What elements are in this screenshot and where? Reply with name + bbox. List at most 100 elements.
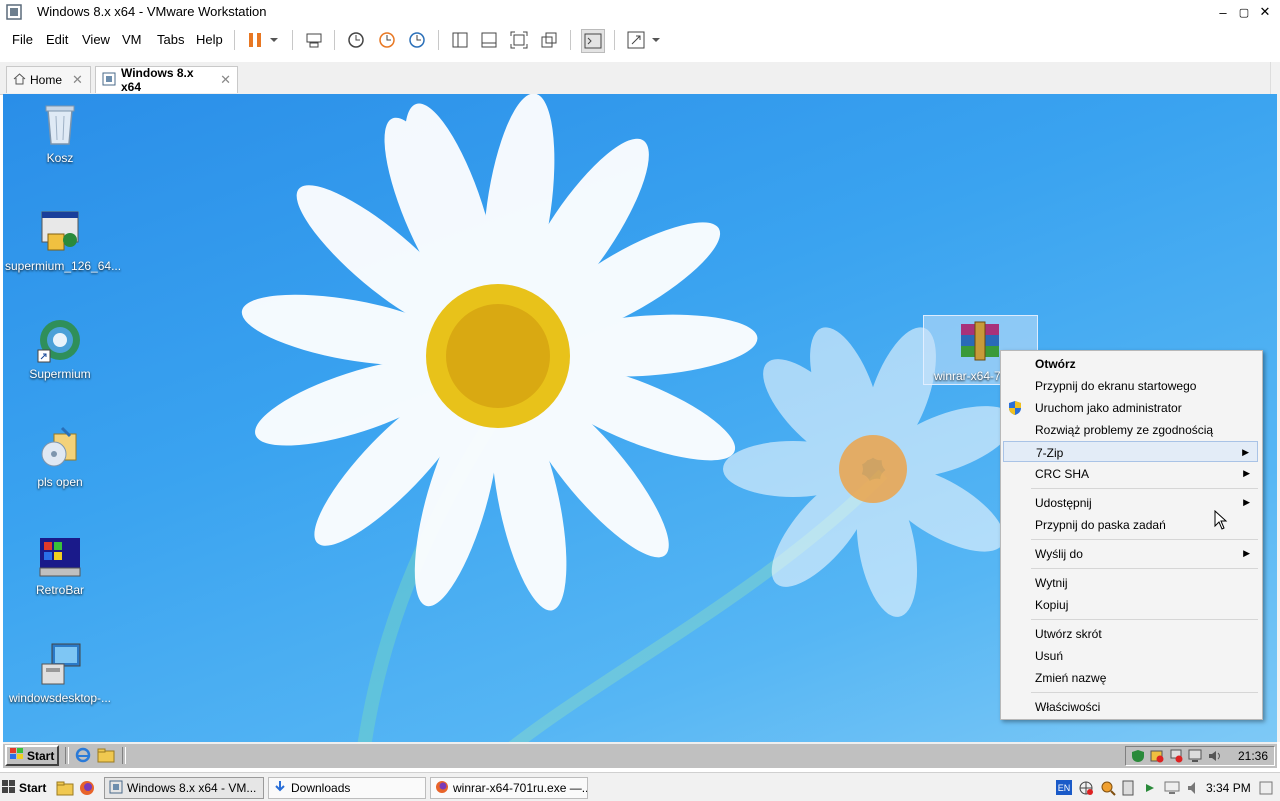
- installer-icon: [36, 208, 84, 256]
- menu-tabs[interactable]: Tabs: [157, 32, 184, 47]
- guest-system-tray: 21:36: [1125, 746, 1275, 766]
- desktop-icon-supermium-installer[interactable]: supermium_126_64...: [5, 208, 121, 273]
- network-error-icon[interactable]: [1169, 749, 1183, 766]
- tab-label: Home: [30, 73, 63, 87]
- windows-logo-icon: [10, 748, 24, 763]
- tab-home[interactable]: Home ✕: [6, 66, 91, 93]
- play-icon[interactable]: [1143, 780, 1157, 799]
- download-arrow-icon: [273, 780, 287, 797]
- language-indicator[interactable]: EN: [1056, 780, 1072, 795]
- menu-item-7zip[interactable]: 7-Zip ▶: [1003, 441, 1258, 462]
- chevron-down-icon[interactable]: [648, 29, 664, 51]
- security-warning-icon[interactable]: [1150, 749, 1164, 766]
- menu-item-delete[interactable]: Usuń: [1003, 645, 1258, 666]
- library-view-icon[interactable]: [449, 29, 471, 51]
- winrar-icon: [957, 320, 1003, 362]
- full-screen-icon[interactable]: [508, 29, 530, 51]
- home-icon: [13, 72, 26, 88]
- vmware-app-icon: [6, 4, 22, 20]
- send-ctrl-alt-del-icon[interactable]: [303, 29, 325, 51]
- search-icon[interactable]: [1100, 780, 1116, 799]
- explorer-quicklaunch-icon[interactable]: [97, 747, 115, 766]
- desktop-icon-label: windowsdesktop-...: [8, 691, 112, 705]
- desktop-icon-pls-open[interactable]: pls open: [5, 424, 115, 489]
- close-tab-icon[interactable]: ✕: [220, 72, 231, 88]
- host-start-label: Start: [19, 781, 47, 795]
- host-start-button[interactable]: Start: [2, 777, 48, 799]
- menu-item-create-shortcut[interactable]: Utwórz skrót: [1003, 623, 1258, 644]
- shield-check-icon[interactable]: [1131, 749, 1145, 766]
- menu-view[interactable]: View: [82, 32, 110, 47]
- retrobar-icon: [36, 532, 84, 580]
- menu-item-rename[interactable]: Zmień nazwę: [1003, 667, 1258, 688]
- host-clock[interactable]: 3:34 PM: [1206, 781, 1251, 795]
- desktop-icon-supermium[interactable]: Supermium: [5, 316, 115, 381]
- toolbar-separator: [438, 30, 439, 50]
- desktop-icon-windowsdesktop[interactable]: windowsdesktop-...: [5, 640, 115, 705]
- menu-item-send-to[interactable]: Wyślij do ▶: [1003, 543, 1258, 564]
- display-icon[interactable]: [1188, 749, 1202, 766]
- chevron-down-icon[interactable]: [266, 29, 282, 51]
- desktop-icon-retrobar[interactable]: RetroBar: [5, 532, 115, 597]
- menu-item-crc-sha[interactable]: CRC SHA ▶: [1003, 463, 1258, 484]
- guest-clock[interactable]: 21:36: [1238, 749, 1268, 763]
- menu-separator: [1031, 619, 1258, 620]
- network-icon[interactable]: [1078, 780, 1094, 799]
- host-taskbar: Start Windows 8.x x64 - VM... Downloads …: [0, 772, 1280, 801]
- computer-installer-icon: [36, 640, 84, 688]
- host-task-vmware[interactable]: Windows 8.x x64 - VM...: [104, 777, 264, 799]
- folder-quicklaunch-icon[interactable]: [56, 780, 74, 799]
- guest-start-button[interactable]: Start: [5, 745, 59, 766]
- desktop-icon-label: RetroBar: [35, 583, 85, 597]
- taskbar-divider: [122, 747, 126, 764]
- close-tab-icon[interactable]: ✕: [72, 72, 83, 88]
- revert-snapshot-icon[interactable]: [376, 29, 398, 51]
- monitor-icon[interactable]: [1164, 780, 1180, 799]
- toolbar-separator: [334, 30, 335, 50]
- firefox-icon: [435, 780, 449, 797]
- snapshot-icon[interactable]: [345, 29, 367, 51]
- ie-quicklaunch-icon[interactable]: [75, 747, 91, 766]
- stretch-icon[interactable]: [625, 29, 647, 51]
- console-view-icon[interactable]: [478, 29, 500, 51]
- desktop-icon-label: winrar-x64-7: [934, 369, 1001, 383]
- menu-item-troubleshoot[interactable]: Rozwiąż problemy ze zgodnością: [1003, 419, 1258, 440]
- close-button[interactable]: ✕: [1250, 0, 1280, 24]
- menu-item-cut[interactable]: Wytnij: [1003, 572, 1258, 593]
- window-title: Windows 8.x x64 - VMware Workstation: [37, 4, 267, 19]
- volume-icon[interactable]: [1207, 749, 1221, 766]
- host-task-label: winrar-x64-701ru.exe —...: [453, 781, 588, 795]
- notification-icon[interactable]: [1258, 780, 1274, 799]
- menu-help[interactable]: Help: [196, 32, 223, 47]
- menu-item-copy[interactable]: Kopiuj: [1003, 594, 1258, 615]
- menu-item-pin-start[interactable]: Przypnij do ekranu startowego: [1003, 375, 1258, 396]
- tab-label: Windows 8.x x64: [121, 66, 194, 94]
- host-task-downloads[interactable]: Downloads: [268, 777, 426, 799]
- menu-edit[interactable]: Edit: [46, 32, 68, 47]
- desktop-icon-label: pls open: [37, 475, 83, 489]
- toolbar-separator: [614, 30, 615, 50]
- host-task-firefox[interactable]: winrar-x64-701ru.exe —...: [430, 777, 588, 799]
- menu-vm[interactable]: VM: [122, 32, 142, 47]
- snapshot-manager-icon[interactable]: [406, 29, 428, 51]
- firefox-quicklaunch-icon[interactable]: [79, 780, 95, 799]
- vmware-app-icon: [109, 780, 123, 797]
- vm-icon: [102, 72, 116, 89]
- terminal-icon[interactable]: [581, 29, 605, 53]
- menu-item-properties[interactable]: Właściwości: [1003, 696, 1258, 717]
- menu-item-run-as-admin[interactable]: Uruchom jako administrator: [1003, 397, 1258, 418]
- submenu-arrow-icon: ▶: [1243, 468, 1250, 478]
- desktop-icon-recycle-bin[interactable]: Kosz: [5, 100, 115, 165]
- unity-icon[interactable]: [538, 29, 560, 51]
- pause-icon[interactable]: [244, 29, 266, 51]
- menu-file[interactable]: File: [12, 32, 33, 47]
- speaker-icon[interactable]: [1186, 780, 1202, 799]
- tab-windows-8[interactable]: Windows 8.x x64 ✕: [95, 66, 238, 94]
- taskbar-divider: [65, 747, 69, 764]
- menu-item-open[interactable]: Otwórz: [1003, 353, 1258, 374]
- host-task-label: Windows 8.x x64 - VM...: [127, 781, 257, 795]
- submenu-arrow-icon: ▶: [1243, 497, 1250, 507]
- browser-icon: [36, 316, 84, 364]
- submenu-arrow-icon: ▶: [1243, 548, 1250, 558]
- device-icon[interactable]: [1121, 780, 1135, 799]
